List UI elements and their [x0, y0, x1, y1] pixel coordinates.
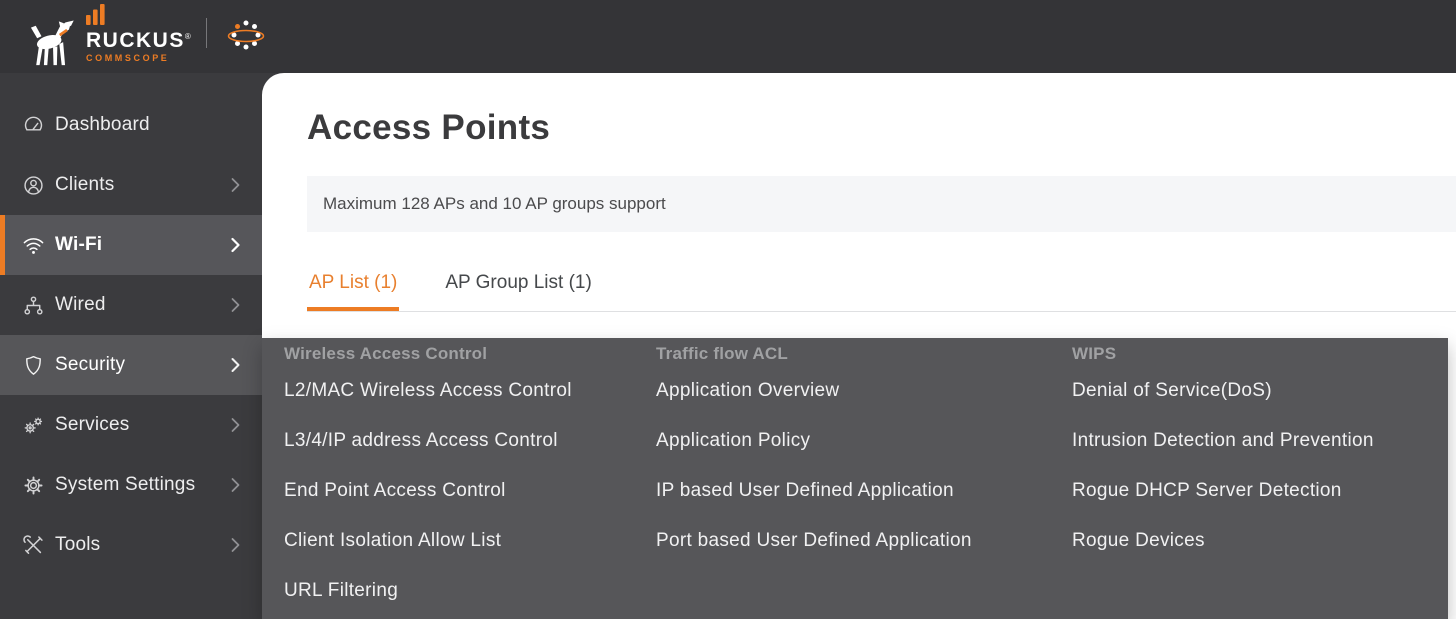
brand-name: RUCKUS®	[86, 29, 193, 52]
flyout-item-application-policy[interactable]: Application Policy	[656, 416, 1072, 466]
registered-mark: ®	[184, 32, 193, 41]
tab-ap-list[interactable]: AP List (1)	[307, 272, 400, 311]
signal-bars-icon	[86, 4, 105, 25]
ruckus-logo: RUCKUS® COMMSCOPE	[26, 4, 192, 69]
unleashed-logo-icon	[227, 20, 265, 49]
flyout-column-traffic-flow-acl: Traffic flow ACL Application Overview Ap…	[656, 344, 1072, 619]
sidebar-item-label: Dashboard	[55, 114, 150, 135]
flyout-item-intrusion-detection-and-prevention[interactable]: Intrusion Detection and Prevention	[1072, 416, 1374, 466]
sidebar-item-label: Security	[55, 354, 126, 375]
chevron-right-icon	[231, 298, 240, 313]
chevron-right-icon	[231, 358, 240, 373]
topbar-divider	[206, 17, 208, 48]
sidebar-item-label: Wired	[55, 294, 106, 315]
sidebar-item-label: Wi-Fi	[55, 234, 103, 255]
wired-network-icon	[22, 294, 45, 317]
sidebar-item-label: Clients	[55, 174, 115, 195]
flyout-item-ip-based-user-defined-application[interactable]: IP based User Defined Application	[656, 466, 1072, 516]
brand-text: RUCKUS® COMMSCOPE	[86, 4, 192, 69]
sidebar-item-tools[interactable]: Tools	[0, 515, 262, 575]
chevron-right-icon	[231, 418, 240, 433]
sidebar-item-services[interactable]: Services	[0, 395, 262, 455]
sidebar-item-wired[interactable]: Wired	[0, 275, 262, 335]
flyout-column-wireless-access-control: Wireless Access Control L2/MAC Wireless …	[284, 344, 656, 619]
sidebar-item-label: System Settings	[55, 474, 196, 495]
sidebar-item-wifi[interactable]: Wi-Fi	[0, 215, 262, 275]
sidebar-item-clients[interactable]: Clients	[0, 155, 262, 215]
flyout-item-application-overview[interactable]: Application Overview	[656, 366, 1072, 416]
dashboard-gauge-icon	[22, 114, 45, 137]
flyout-column-header: Wireless Access Control	[284, 344, 488, 363]
flyout-column-header: WIPS	[1072, 344, 1117, 363]
flyout-item-l3-4-ip-address-access-control[interactable]: L3/4/IP address Access Control	[284, 416, 656, 466]
flyout-item-rogue-devices[interactable]: Rogue Devices	[1072, 516, 1374, 566]
chevron-right-icon	[231, 178, 240, 193]
ruckus-dog-icon	[30, 20, 74, 66]
brand-subtitle: COMMSCOPE	[86, 53, 170, 63]
notice-text: Maximum 128 APs and 10 AP groups support	[323, 194, 666, 213]
flyout-column-wips: WIPS Denial of Service(DoS) Intrusion De…	[1072, 344, 1374, 619]
security-shield-icon	[22, 354, 45, 377]
flyout-item-rogue-dhcp-server-detection[interactable]: Rogue DHCP Server Detection	[1072, 466, 1374, 516]
wifi-icon	[22, 234, 45, 257]
sidebar-item-label: Services	[55, 414, 130, 435]
flyout-item-port-based-user-defined-application[interactable]: Port based User Defined Application	[656, 516, 1072, 566]
sidebar-item-security[interactable]: Security	[0, 335, 262, 395]
chevron-right-icon	[231, 538, 240, 553]
settings-gear-icon	[22, 474, 45, 497]
tab-bar: AP List (1) AP Group List (1)	[307, 272, 1456, 312]
sidebar-nav: Dashboard Clients Wi-Fi Wired Security S…	[0, 73, 262, 575]
flyout-item-l2-mac-wireless-access-control[interactable]: L2/MAC Wireless Access Control	[284, 366, 656, 416]
flyout-item-denial-of-service-dos[interactable]: Denial of Service(DoS)	[1072, 366, 1374, 416]
services-gears-icon	[22, 414, 45, 437]
security-flyout-menu: Wireless Access Control L2/MAC Wireless …	[262, 338, 1448, 619]
sidebar-item-dashboard[interactable]: Dashboard	[0, 95, 262, 155]
sidebar: Dashboard Clients Wi-Fi Wired Security S…	[0, 73, 262, 619]
flyout-item-client-isolation-allow-list[interactable]: Client Isolation Allow List	[284, 516, 656, 566]
sidebar-item-label: Tools	[55, 534, 101, 555]
clients-person-icon	[22, 174, 45, 197]
flyout-item-end-point-access-control[interactable]: End Point Access Control	[284, 466, 656, 516]
sidebar-item-system-settings[interactable]: System Settings	[0, 455, 262, 515]
page-title: Access Points	[307, 108, 551, 147]
flyout-item-url-filtering[interactable]: URL Filtering	[284, 566, 656, 616]
tools-icon	[22, 534, 45, 557]
chevron-right-icon	[231, 478, 240, 493]
tab-ap-group-list[interactable]: AP Group List (1)	[443, 272, 593, 311]
topbar: RUCKUS® COMMSCOPE	[0, 0, 1456, 73]
notice-bar: Maximum 128 APs and 10 AP groups support	[307, 176, 1456, 232]
flyout-column-header: Traffic flow ACL	[656, 344, 788, 363]
chevron-right-icon	[231, 237, 240, 253]
